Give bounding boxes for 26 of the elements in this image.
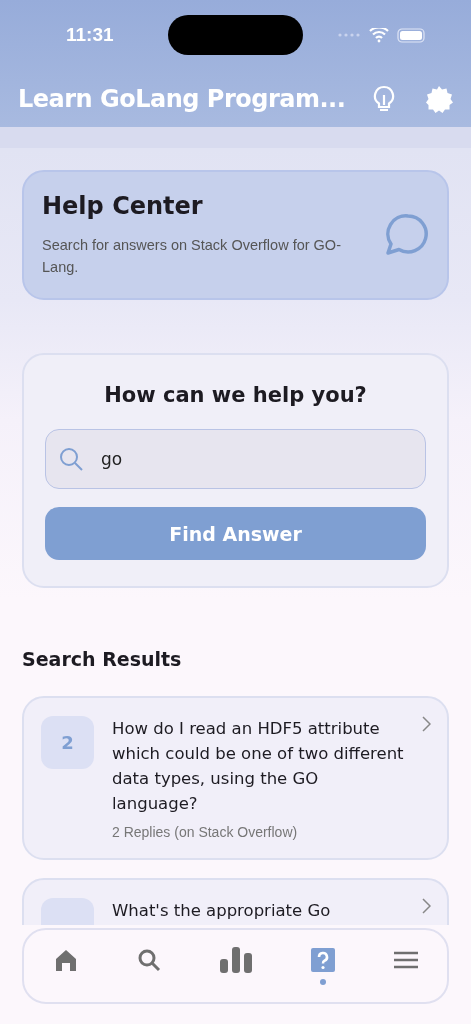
tab-button[interactable] (310, 947, 335, 985)
chat-bubble-icon (383, 212, 429, 258)
section-heading: Search Results (22, 648, 183, 670)
battery-icon (397, 27, 425, 43)
search-icon (59, 447, 83, 471)
question-text: What's the appropriate Go (112, 900, 332, 922)
search-field[interactable]: go (45, 429, 426, 489)
status-time: 11:31 (66, 24, 114, 46)
menu-icon (393, 950, 418, 970)
help-center-description: Search for answers on Stack Overflow for GO-Lang. (42, 236, 342, 277)
search-icon (136, 948, 161, 972)
home-icon (53, 948, 78, 972)
help-icon (310, 948, 335, 972)
signal-icon (338, 33, 361, 37)
bar-chart-icon (219, 947, 252, 973)
chevron-right-icon (422, 716, 431, 732)
search-heading: How can we help you? (103, 383, 368, 407)
help-center-title: Help Center (42, 192, 204, 220)
result-card[interactable]: What's the appropriate Go (22, 878, 449, 925)
reply-meta: 2 Replies (on Stack Overflow) (112, 824, 299, 840)
result-card[interactable]: 2 How do I read an HDF5 attribute which could be one of two different data types, using the GO language? 2 Replies (on Stack Overflow) (22, 696, 449, 860)
chevron-right-icon (422, 898, 431, 914)
question-text: How do I read an HDF5 attribute which could be one of two different data types, using the GO language? (112, 718, 404, 815)
wifi-icon (369, 27, 389, 43)
app-title: Learn GoLang Program... (18, 84, 347, 113)
reply-count: 2 (41, 716, 94, 769)
